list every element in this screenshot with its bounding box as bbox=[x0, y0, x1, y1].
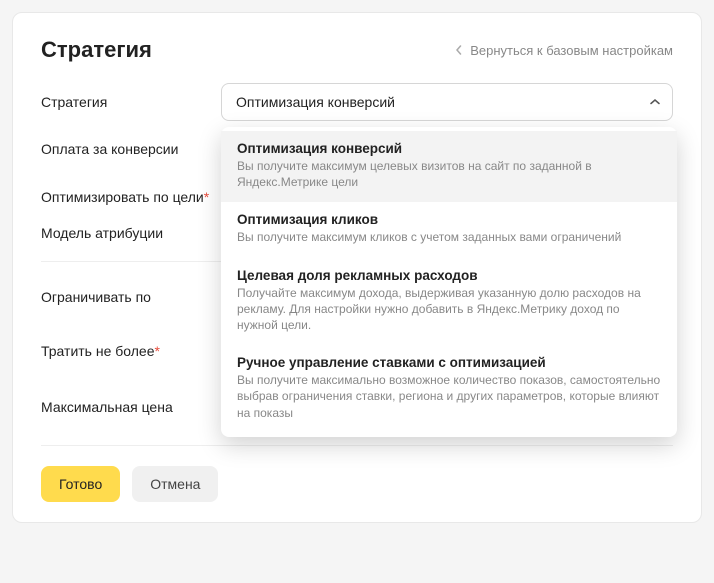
required-asterisk: * bbox=[155, 343, 160, 359]
strategy-select[interactable]: Оптимизация конверсий bbox=[221, 83, 673, 121]
strategy-select-value: Оптимизация конверсий bbox=[236, 94, 395, 110]
panel-header: Стратегия Вернуться к базовым настройкам bbox=[41, 37, 673, 63]
label-limit-by: Ограничивать по bbox=[41, 289, 221, 305]
label-max-price: Максимальная цена bbox=[41, 399, 221, 415]
strategy-panel: Стратегия Вернуться к базовым настройкам… bbox=[12, 12, 702, 523]
back-link-label: Вернуться к базовым настройкам bbox=[470, 43, 673, 58]
back-to-basic-link[interactable]: Вернуться к базовым настройкам bbox=[454, 43, 673, 58]
dropdown-option-clicks[interactable]: Оптимизация кликов Вы получите максимум … bbox=[221, 202, 677, 257]
dropdown-option-ad-share[interactable]: Целевая доля рекламных расходов Получайт… bbox=[221, 258, 677, 346]
label-attribution: Модель атрибуции bbox=[41, 225, 221, 241]
dropdown-option-desc: Вы получите максимум целевых визитов на … bbox=[237, 158, 661, 190]
dropdown-option-desc: Вы получите максимум кликов с учетом зад… bbox=[237, 229, 661, 245]
cancel-button[interactable]: Отмена bbox=[132, 466, 218, 502]
dropdown-option-desc: Вы получите максимально возможное количе… bbox=[237, 372, 661, 421]
dropdown-option-title: Оптимизация конверсий bbox=[237, 141, 661, 156]
page-title: Стратегия bbox=[41, 37, 152, 63]
dropdown-option-conversions[interactable]: Оптимизация конверсий Вы получите максим… bbox=[221, 131, 677, 202]
chevron-left-icon bbox=[454, 45, 464, 55]
done-button[interactable]: Готово bbox=[41, 466, 120, 502]
dropdown-option-title: Целевая доля рекламных расходов bbox=[237, 268, 661, 283]
chevron-up-icon bbox=[650, 94, 660, 110]
dropdown-option-title: Ручное управление ставками с оптимизацие… bbox=[237, 355, 661, 370]
strategy-dropdown: Оптимизация конверсий Вы получите максим… bbox=[221, 127, 677, 437]
label-spend-no-more: Тратить не более* bbox=[41, 343, 221, 359]
label-optimize-goal: Оптимизировать по цели* bbox=[41, 189, 221, 205]
row-strategy: Стратегия Оптимизация конверсий Оптимиза… bbox=[41, 83, 673, 121]
required-asterisk: * bbox=[204, 189, 209, 205]
label-pay-per-conversion: Оплата за конверсии bbox=[41, 141, 221, 157]
label-strategy: Стратегия bbox=[41, 94, 221, 110]
dropdown-option-desc: Получайте максимум дохода, выдерживая ук… bbox=[237, 285, 661, 334]
dropdown-option-title: Оптимизация кликов bbox=[237, 212, 661, 227]
panel-footer: Готово Отмена bbox=[41, 445, 673, 502]
dropdown-option-manual[interactable]: Ручное управление ставками с оптимизацие… bbox=[221, 345, 677, 433]
